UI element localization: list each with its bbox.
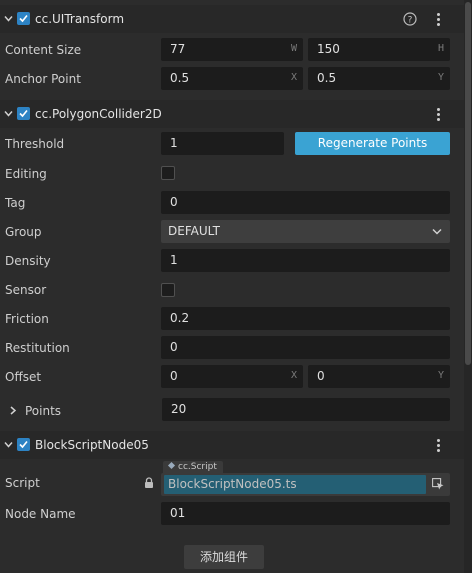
script-enabled-checkbox[interactable] [17,438,30,451]
script-asset-field[interactable]: BlockScriptNode05.ts [161,473,450,496]
script-asset-icon [167,461,176,470]
friction-label: Friction [5,312,49,326]
node-name-input[interactable]: 01 [161,502,450,525]
script-asset-value: BlockScriptNode05.ts [168,477,297,491]
sensor-label: Sensor [5,283,47,297]
group-select[interactable]: DEFAULT [161,220,450,243]
threshold-input[interactable]: 1 [161,132,284,155]
content-size-height-input[interactable]: 150 H [308,38,450,61]
node-name-label: Node Name [5,507,76,521]
select-asset-icon[interactable] [432,478,444,490]
editing-label: Editing [5,167,47,181]
threshold-label: Threshold [5,137,65,151]
chevron-down-icon[interactable] [4,440,13,449]
points-count-input[interactable]: 20 [162,398,450,421]
offset-label: Offset [5,370,42,384]
restitution-input[interactable]: 0 [161,336,450,359]
sensor-checkbox[interactable] [161,283,175,297]
anchor-x-value: 0.5 [170,71,190,85]
restitution-label: Restitution [5,341,70,355]
scrollbar-track[interactable] [464,0,472,573]
anchor-y-value: 0.5 [317,71,337,85]
chevron-down-icon[interactable] [4,109,13,118]
anchor-x-input[interactable]: 0.5 X [161,67,303,90]
anchor-y-input[interactable]: 0.5 Y [308,67,450,90]
offset-y-axis-label: Y [437,370,444,381]
regenerate-points-button[interactable]: Regenerate Points [295,132,450,155]
component-title: cc.UITransform [35,12,125,26]
script-type-label: cc.Script [178,462,217,472]
more-icon[interactable] [436,439,440,453]
editing-checkbox[interactable] [161,166,175,180]
points-expander[interactable]: Points [0,397,160,423]
friction-input[interactable]: 0.2 [161,307,450,330]
node-name-value: 01 [170,506,186,520]
script-asset-value-box[interactable]: BlockScriptNode05.ts [164,475,426,494]
density-value: 1 [170,253,178,267]
check-icon [19,109,28,118]
group-value: DEFAULT [168,224,220,238]
group-label: Group [5,225,42,239]
offset-y-input[interactable]: 0 Y [308,365,450,388]
offset-x-input[interactable]: 0 X [161,365,303,388]
more-icon[interactable] [436,13,440,27]
points-count-value: 20 [171,402,187,416]
friction-value: 0.2 [170,311,190,325]
offset-x-axis-label: X [290,370,297,381]
scrollbar-thumb[interactable] [465,2,471,365]
density-label: Density [5,254,51,268]
content-size-width-input[interactable]: 77 W [161,38,303,61]
points-label: Points [25,404,62,418]
offset-y-value: 0 [317,369,325,383]
component-title: cc.PolygonCollider2D [35,107,162,121]
uitransform-enabled-checkbox[interactable] [17,12,30,25]
content-size-label: Content Size [5,43,82,57]
more-icon[interactable] [436,108,440,122]
chevron-down-icon[interactable] [4,14,13,23]
width-axis-label: W [290,43,297,54]
density-input[interactable]: 1 [161,249,450,272]
dropdown-arrow-icon [432,228,442,235]
anchor-point-label: Anchor Point [5,72,81,86]
height-axis-label: H [437,43,444,54]
script-label: Script [5,476,40,490]
check-icon [19,440,28,449]
svg-text:?: ? [408,16,413,26]
uitransform-header[interactable]: cc.UITransform ? [0,5,464,33]
anchor-x-axis-label: X [290,72,297,83]
component-title: BlockScriptNode05 [35,438,149,452]
chevron-right-icon[interactable] [9,406,17,415]
tag-value: 0 [170,195,178,209]
script-component-header[interactable]: BlockScriptNode05 [0,431,464,459]
restitution-value: 0 [170,340,178,354]
offset-x-value: 0 [170,369,178,383]
polygon-collider-enabled-checkbox[interactable] [17,107,30,120]
lock-icon [145,477,153,488]
anchor-y-axis-label: Y [437,72,444,83]
threshold-value: 1 [170,136,178,150]
add-component-button[interactable]: 添加组件 [184,545,264,569]
width-value: 77 [170,42,186,56]
help-icon[interactable]: ? [403,12,417,26]
height-value: 150 [317,42,340,56]
polygon-collider-header[interactable]: cc.PolygonCollider2D [0,100,464,128]
tag-input[interactable]: 0 [161,191,450,214]
tag-label: Tag [5,196,26,210]
check-icon [19,14,28,23]
